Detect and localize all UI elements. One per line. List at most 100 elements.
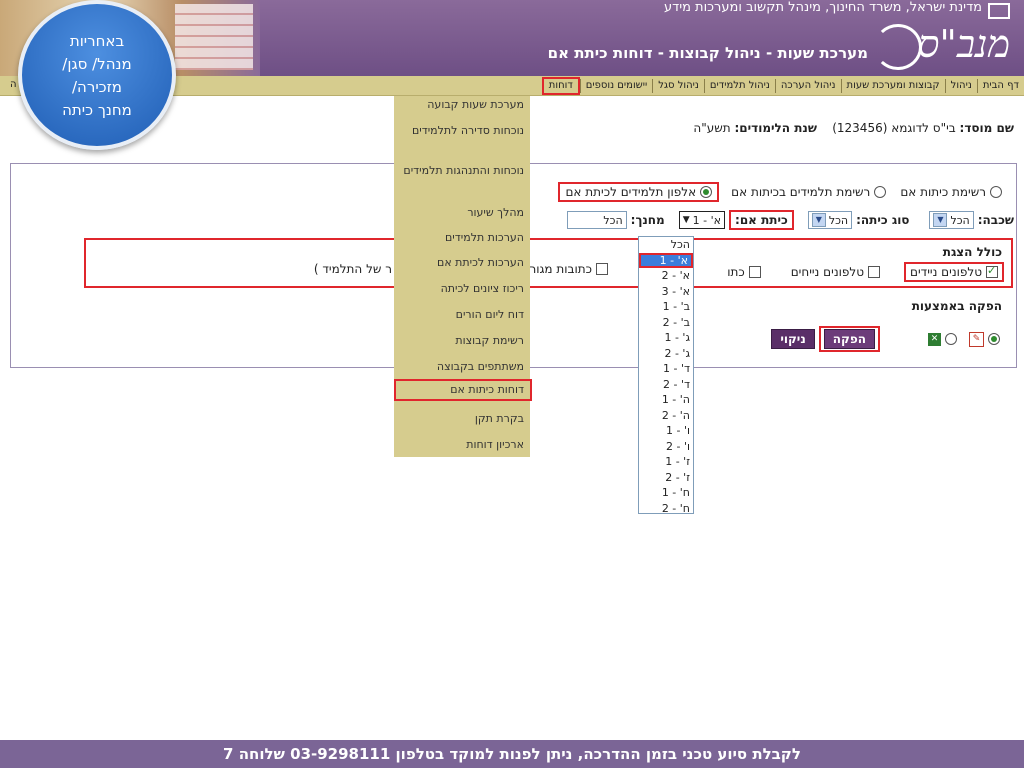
menu-item-group-participants[interactable]: משתתפים בקבוצה — [398, 360, 524, 374]
menu-more-apps[interactable]: יישומים נוספים — [579, 79, 652, 93]
israel-flag-icon — [988, 3, 1010, 19]
menu-item-parents-day[interactable]: דוח ליום הורים — [398, 308, 524, 322]
grade-label: שכבה: — [977, 213, 1014, 227]
menu-item-lesson-flow[interactable]: מהלך שיעור — [398, 206, 524, 220]
class-option[interactable]: א' - 3 — [639, 284, 693, 300]
produce-button[interactable]: הפקה — [823, 329, 875, 349]
teacher-select[interactable]: הכל — [566, 211, 627, 229]
output-title-text: הפקה באמצעות — [911, 299, 1002, 313]
checkbox-landline-phones[interactable] — [868, 266, 880, 278]
checkbox-mobile-phones[interactable] — [986, 264, 998, 278]
menu-item-fixed-schedule[interactable]: מערכת שעות קבועה — [398, 98, 524, 112]
radio-students-in-classes-label: רשימת תלמידים בכיתות אם — [731, 185, 871, 199]
class-type-select[interactable]: הכל ▼ — [807, 211, 853, 229]
class-option[interactable]: ה' - 2 — [639, 408, 693, 424]
menu-item-groups-list[interactable]: רשימת קבוצות — [398, 334, 524, 348]
menu-item-class-assessments[interactable]: הערכות לכיתת אם — [398, 256, 524, 270]
class-option[interactable]: הכל — [639, 237, 693, 253]
menu-item-reports-archive[interactable]: ארכיון דוחות — [398, 438, 524, 452]
class-option[interactable]: ג' - 2 — [639, 346, 693, 362]
radio-home-classes-label: רשימת כיתות אם — [900, 185, 986, 199]
class-option[interactable]: ו' - 1 — [639, 423, 693, 439]
system-title: מערכת שעות - ניהול קבוצות - דוחות כיתת א… — [547, 44, 868, 62]
radio-output-excel[interactable] — [945, 333, 957, 345]
teacher-label: מחנך: — [630, 213, 665, 227]
class-option-selected[interactable]: א' - 1 — [639, 252, 693, 268]
app-logo: מנב"ס — [917, 22, 1010, 66]
student-fragment-label: ר של התלמיד ) — [313, 262, 392, 276]
reports-dropdown-menu: מערכת שעות קבועה נוכחות סדירה לתלמידים נ… — [394, 96, 532, 457]
mobile-option: טלפונים ניידים — [904, 262, 1004, 282]
institution-value: בי"ס לדוגמא (123456) — [832, 121, 956, 135]
class-option[interactable]: א' - 2 — [639, 268, 693, 284]
class-option[interactable]: ה' - 1 — [639, 392, 693, 408]
report-type-group: רשימת כיתות אם רשימת תלמידים בכיתות אם א… — [558, 182, 1002, 202]
radio-student-directory[interactable] — [700, 186, 713, 198]
menu-item-home-class-reports[interactable]: דוחות כיתות אם — [394, 379, 532, 401]
menu-home[interactable]: דף הבית — [976, 79, 1024, 93]
radio-students-in-classes[interactable] — [874, 186, 887, 198]
institution-label: שם מוסד: — [959, 121, 1014, 135]
menu-staff[interactable]: ניהול סגל — [652, 79, 704, 93]
class-option[interactable]: ב' - 2 — [639, 315, 693, 331]
class-option[interactable]: ד' - 2 — [639, 377, 693, 393]
grade-select[interactable]: הכל ▼ — [929, 211, 974, 229]
radio-output-pdf[interactable] — [988, 333, 1000, 345]
year-label: שנת הלימודים: — [734, 121, 817, 135]
callout-line: באחריות — [69, 32, 125, 50]
responsibility-callout: באחריות מנהל/ סגן/ מזכירה/ מחנך כיתה — [18, 0, 176, 150]
class-option[interactable]: ו' - 2 — [639, 439, 693, 455]
callout-line: מחנך כיתה — [62, 101, 132, 119]
residence-option: כתובות מגור — [529, 262, 608, 276]
teacher-select-value: הכל — [603, 213, 623, 227]
menu-trailing-fragment: ה — [10, 79, 17, 90]
display-options-row: טלפונים ניידים טלפונים נייחים כתו — [727, 262, 1004, 282]
grade-select-value: הכל — [950, 213, 970, 227]
home-class-listbox: הכל א' - 1 א' - 2 א' - 3 ב' - 1 ב' - 2 ג… — [638, 236, 694, 517]
support-footer: לקבלת סיוע טכני בזמן ההדרכה, ניתן לפנות … — [0, 740, 1024, 768]
menu-item-grades-summary[interactable]: ריכוז ציונים לכיתה — [398, 282, 524, 296]
checkbox-residence-addresses[interactable] — [596, 263, 608, 275]
menu-item-student-assessments[interactable]: הערכות תלמידים — [398, 231, 524, 245]
radio-student-directory-label: אלפון תלמידים לכיתת אם — [565, 185, 697, 199]
class-option[interactable]: ז' - 1 — [639, 454, 693, 470]
institution-info: שם מוסד: בי"ס לדוגמא (123456) שנת הלימוד… — [693, 121, 1014, 135]
menu-reports[interactable]: דוחות — [541, 77, 580, 95]
excel-icon: ✕ — [928, 332, 941, 346]
output-title: הפקה באמצעות — [912, 299, 1002, 313]
gov-line: מדינת ישראל, משרד החינוך, מינהל תקשוב ומ… — [663, 0, 982, 15]
radio-home-classes[interactable] — [990, 186, 1002, 198]
menu-item-attendance-behavior[interactable]: נוכחות והתנהגות תלמידים — [398, 164, 524, 178]
menu-management[interactable]: ניהול — [944, 79, 977, 93]
student-directory-option: אלפון תלמידים לכיתת אם — [558, 182, 720, 202]
checkbox-mobile-phones-label: טלפונים ניידים — [910, 265, 982, 279]
checkbox-addresses-label: כתו — [727, 265, 745, 279]
chevron-down-icon: ▼ — [933, 213, 948, 227]
callout-line: מנהל/ סגן/ — [62, 55, 132, 73]
class-option[interactable]: ד' - 1 — [639, 361, 693, 377]
class-type-label: סוג כיתה: — [856, 213, 910, 227]
class-option[interactable]: ז' - 2 — [639, 470, 693, 486]
menu-item-regular-attendance[interactable]: נוכחות סדירה לתלמידים — [398, 124, 524, 138]
produce-highlight: הפקה — [818, 326, 880, 352]
clear-button[interactable]: ניקוי — [771, 329, 815, 349]
menu-item-quota-control[interactable]: בקרת תקן — [398, 412, 524, 426]
checkbox-addresses[interactable] — [748, 266, 761, 278]
logo-ring-icon — [874, 24, 922, 70]
class-option[interactable]: ג' - 1 — [639, 330, 693, 346]
class-option[interactable]: ב' - 1 — [639, 299, 693, 315]
year-value: תשע"ה — [693, 121, 731, 135]
class-option[interactable]: ח' - 2 — [639, 501, 693, 517]
filters-row: שכבה: הכל ▼ סוג כיתה: הכל ▼ כיתת אם: א' … — [566, 210, 1014, 230]
home-class-select[interactable]: א' - 1 ▼ — [678, 211, 726, 229]
menu-students[interactable]: ניהול תלמידים — [703, 79, 775, 93]
class-type-select-value: הכל — [828, 213, 849, 227]
header-schedule-image — [175, 4, 253, 70]
checkbox-residence-label: כתובות מגור — [529, 262, 592, 276]
class-option[interactable]: ח' - 1 — [639, 485, 693, 501]
menu-assessment[interactable]: ניהול הערכה — [774, 79, 841, 93]
checkbox-landline-phones-label: טלפונים נייחים — [790, 265, 864, 279]
callout-line: מזכירה/ — [72, 78, 122, 96]
menu-groups-schedule[interactable]: קבוצות ומערכת שעות — [840, 79, 945, 93]
output-row: ✎ ✕ הפקה ניקוי — [771, 326, 1000, 352]
